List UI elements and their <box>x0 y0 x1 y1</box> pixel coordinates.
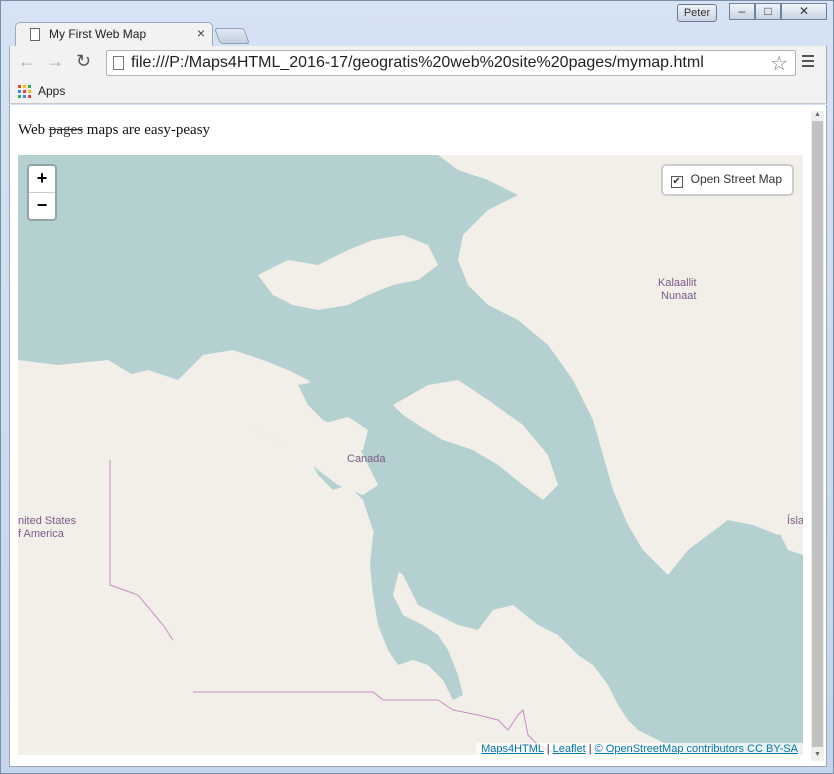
new-tab-button[interactable] <box>214 28 250 44</box>
maps4html-link[interactable]: Maps4HTML <box>481 743 544 755</box>
struck-word: pages <box>48 122 84 138</box>
toolbar: ← → ↻ file:///P:/Maps4HTML_2016-17/geogr… <box>9 46 827 80</box>
map-tiles <box>18 155 803 755</box>
back-icon[interactable]: ← <box>18 51 36 72</box>
page-heading: Web pages maps are easy-peasy <box>18 122 211 138</box>
page-icon <box>30 28 40 41</box>
forward-icon[interactable]: → <box>46 51 64 72</box>
layer-label[interactable]: Open Street Map <box>691 172 782 186</box>
profile-button[interactable]: Peter <box>677 4 717 22</box>
scroll-down-icon[interactable]: ▼ <box>811 751 824 761</box>
browser-window: Peter – □ ✕ My First Web Map × ← → ↻ fil… <box>0 0 834 774</box>
close-tab-icon[interactable]: × <box>197 25 205 41</box>
web-map[interactable]: Canada Kalaallit Nunaat nited States f A… <box>18 155 803 755</box>
layer-checkbox[interactable]: ✔ <box>670 176 683 188</box>
label-usa-1: nited States <box>18 515 77 527</box>
label-usa-2: f America <box>18 528 64 540</box>
osm-link[interactable]: © OpenStreetMap contributors CC BY-SA <box>595 743 798 755</box>
apps-icon[interactable] <box>18 85 32 99</box>
page-icon <box>113 56 124 70</box>
address-bar[interactable]: file:///P:/Maps4HTML_2016-17/geogratis%2… <box>106 50 796 76</box>
label-greenland-1: Kalaallit <box>658 277 697 289</box>
greenland-land <box>438 155 803 575</box>
label-canada: Canada <box>347 453 386 465</box>
layer-control: ✔ Open Street Map <box>660 164 794 196</box>
ellesmere-island <box>258 235 438 310</box>
bookmark-star-icon[interactable]: ☆ <box>770 51 788 76</box>
label-iceland: Ísla <box>787 515 803 527</box>
bookmarks-bar: Apps <box>9 80 827 104</box>
restore-button[interactable]: □ <box>755 3 781 20</box>
scroll-thumb[interactable] <box>812 121 823 747</box>
zoom-in-button[interactable]: + <box>29 166 55 193</box>
zoom-out-button[interactable]: − <box>29 193 55 219</box>
scroll-up-icon[interactable]: ▲ <box>811 111 824 121</box>
apps-link[interactable]: Apps <box>38 84 65 98</box>
tab-active[interactable]: My First Web Map × <box>15 22 213 47</box>
vertical-scrollbar[interactable]: ▲ ▼ <box>811 111 824 761</box>
tab-title: My First Web Map <box>49 27 147 41</box>
label-greenland-2: Nunaat <box>661 290 697 302</box>
page-viewport: Web pages maps are easy-peasy Canada Kal… <box>9 105 827 767</box>
leaflet-link[interactable]: Leaflet <box>553 743 586 755</box>
url-text: file:///P:/Maps4HTML_2016-17/geogratis%2… <box>131 54 704 71</box>
minimize-button[interactable]: – <box>729 3 755 20</box>
zoom-control: + − <box>27 164 57 221</box>
baffin-island <box>393 380 558 500</box>
reload-icon[interactable]: ↻ <box>76 51 91 72</box>
close-window-button[interactable]: ✕ <box>781 3 827 20</box>
map-attribution: Maps4HTML | Leaflet | © OpenStreetMap co… <box>476 743 803 755</box>
menu-icon[interactable] <box>802 52 814 70</box>
